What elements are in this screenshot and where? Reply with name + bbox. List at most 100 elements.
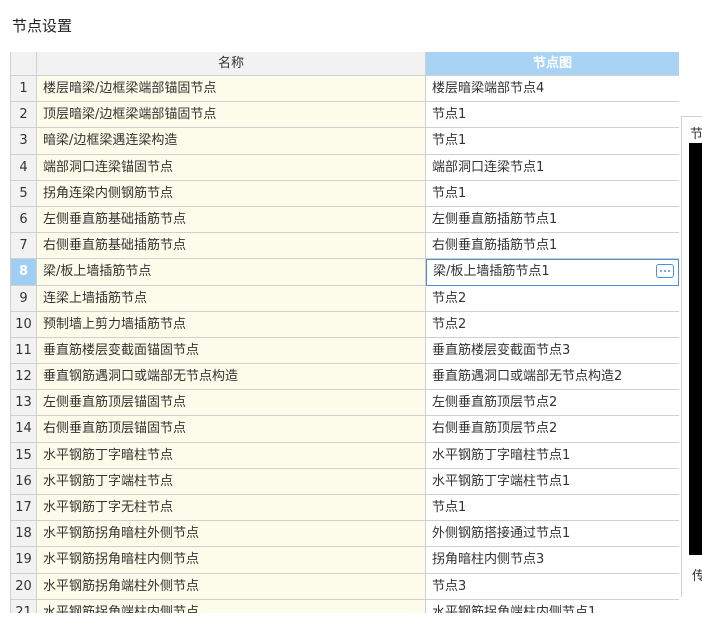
node-diagram-cell[interactable]: 节点1: [426, 128, 679, 155]
node-diagram-value: 右侧垂直筋顶层节点2: [432, 421, 558, 437]
row-number[interactable]: 16: [11, 468, 37, 495]
table-header: 名称 节点图: [11, 52, 679, 76]
node-diagram-value: 节点2: [432, 290, 467, 306]
table-row[interactable]: 8 梁/板上墙插筋节点 梁/板上墙插筋节点1: [11, 259, 679, 286]
table-row[interactable]: 13 左侧垂直筋顶层锚固节点 左侧垂直筋顶层节点2: [11, 390, 679, 417]
node-diagram-cell[interactable]: 垂直筋遇洞口或端部无节点构造2: [426, 364, 679, 391]
row-number[interactable]: 21: [11, 599, 37, 613]
table-row[interactable]: 11 垂直筋楼层变截面锚固节点 垂直筋楼层变截面节点3: [11, 337, 679, 365]
ellipsis-icon[interactable]: [656, 264, 674, 279]
node-diagram-cell[interactable]: 左侧垂直筋顶层节点2: [426, 390, 679, 417]
preview-panel-label: 节: [690, 127, 702, 142]
table-row[interactable]: 1 楼层暗梁/边框梁端部锚固节点 楼层暗梁端部节点4: [11, 76, 679, 103]
table-row[interactable]: 18 水平钢筋拐角暗柱外侧节点 外侧钢筋搭接通过节点1: [11, 521, 679, 548]
row-number[interactable]: 19: [11, 547, 37, 574]
node-diagram-cell[interactable]: 节点1: [426, 180, 679, 207]
row-number[interactable]: 13: [11, 390, 37, 417]
node-name-cell[interactable]: 水平钢筋拐角端柱外侧节点: [37, 573, 426, 600]
row-number[interactable]: 7: [11, 233, 37, 260]
node-diagram-value: 垂直筋楼层变截面节点3: [432, 342, 571, 358]
row-number[interactable]: 10: [11, 311, 37, 338]
node-name-cell[interactable]: 垂直钢筋遇洞口或端部无节点构造: [37, 364, 426, 391]
node-name-cell[interactable]: 水平钢筋拐角端柱内侧节点: [37, 599, 426, 613]
node-diagram-cell[interactable]: 水平钢筋拐角端柱内侧节点1: [426, 599, 679, 613]
table-row[interactable]: 14 右侧垂直筋顶层锚固节点 右侧垂直筋顶层节点2: [11, 416, 679, 443]
table-row[interactable]: 5 拐角连梁内侧钢筋节点 节点1: [11, 180, 679, 207]
node-diagram-cell[interactable]: 右侧垂直筋顶层节点2: [426, 416, 679, 443]
node-diagram-cell[interactable]: 节点2: [426, 285, 679, 312]
node-name-cell[interactable]: 暗梁/边框梁遇连梁构造: [37, 128, 426, 155]
node-diagram-cell[interactable]: 垂直筋楼层变截面节点3: [426, 337, 679, 365]
node-name-cell[interactable]: 水平钢筋丁字无柱节点: [37, 495, 426, 522]
row-number[interactable]: 6: [11, 206, 37, 234]
node-diagram-cell[interactable]: 节点1: [426, 102, 679, 129]
table-row[interactable]: 20 水平钢筋拐角端柱外侧节点 节点3: [11, 573, 679, 600]
node-name-cell[interactable]: 水平钢筋丁字端柱节点: [37, 468, 426, 495]
row-number[interactable]: 15: [11, 442, 37, 469]
node-diagram-value: 外侧钢筋搭接通过节点1: [432, 526, 571, 542]
node-name-cell[interactable]: 右侧垂直筋顶层锚固节点: [37, 416, 426, 443]
table-row[interactable]: 10 预制墙上剪力墙插筋节点 节点2: [11, 311, 679, 338]
node-diagram-cell[interactable]: 外侧钢筋搭接通过节点1: [426, 521, 679, 548]
table-row[interactable]: 3 暗梁/边框梁遇连梁构造 节点1: [11, 128, 679, 155]
node-name-cell[interactable]: 端部洞口连梁锚固节点: [37, 154, 426, 181]
node-name-cell[interactable]: 梁/板上墙插筋节点: [37, 259, 426, 286]
node-diagram-cell[interactable]: 楼层暗梁端部节点4: [426, 76, 679, 103]
row-number[interactable]: 3: [11, 128, 37, 155]
column-header-name[interactable]: 名称: [37, 52, 426, 76]
table-row[interactable]: 4 端部洞口连梁锚固节点 端部洞口连梁节点1: [11, 154, 679, 181]
node-name-cell[interactable]: 水平钢筋拐角暗柱内侧节点: [37, 547, 426, 574]
node-diagram-cell[interactable]: 梁/板上墙插筋节点1: [426, 259, 679, 286]
node-diagram-cell[interactable]: 端部洞口连梁节点1: [426, 154, 679, 181]
node-name-cell[interactable]: 水平钢筋拐角暗柱外侧节点: [37, 521, 426, 548]
row-number[interactable]: 5: [11, 180, 37, 207]
row-number[interactable]: 9: [11, 285, 37, 312]
node-name-cell[interactable]: 连梁上墙插筋节点: [37, 285, 426, 312]
node-name-cell[interactable]: 右侧垂直筋基础插筋节点: [37, 233, 426, 260]
preview-panel: 节 传: [681, 116, 702, 597]
row-number[interactable]: 18: [11, 521, 37, 548]
node-diagram-cell[interactable]: 水平钢筋丁字暗柱节点1: [426, 442, 679, 469]
table-row[interactable]: 21 水平钢筋拐角端柱内侧节点 水平钢筋拐角端柱内侧节点1: [11, 599, 679, 613]
row-number[interactable]: 14: [11, 416, 37, 443]
table-row[interactable]: 6 左侧垂直筋基础插筋节点 左侧垂直筋插筋节点1: [11, 206, 679, 234]
table-row[interactable]: 12 垂直钢筋遇洞口或端部无节点构造 垂直筋遇洞口或端部无节点构造2: [11, 364, 679, 391]
table-row[interactable]: 16 水平钢筋丁字端柱节点 水平钢筋丁字端柱节点1: [11, 468, 679, 495]
row-number[interactable]: 11: [11, 337, 37, 365]
table-row[interactable]: 9 连梁上墙插筋节点 节点2: [11, 285, 679, 312]
node-diagram-value: 左侧垂直筋顶层节点2: [432, 395, 558, 411]
node-diagram-cell[interactable]: 左侧垂直筋插筋节点1: [426, 206, 679, 234]
column-header-node-diagram[interactable]: 节点图: [426, 52, 679, 76]
node-name-cell[interactable]: 顶层暗梁/边框梁端部锚固节点: [37, 102, 426, 129]
table-row[interactable]: 7 右侧垂直筋基础插筋节点 右侧垂直筋插筋节点1: [11, 233, 679, 260]
node-diagram-value: 梁/板上墙插筋节点1: [433, 264, 550, 280]
node-name-cell[interactable]: 左侧垂直筋基础插筋节点: [37, 206, 426, 234]
row-number[interactable]: 8: [11, 259, 37, 286]
node-diagram-cell[interactable]: 右侧垂直筋插筋节点1: [426, 233, 679, 260]
table-row[interactable]: 2 顶层暗梁/边框梁端部锚固节点 节点1: [11, 102, 679, 129]
table-row[interactable]: 15 水平钢筋丁字暗柱节点 水平钢筋丁字暗柱节点1: [11, 442, 679, 469]
node-name-cell[interactable]: 预制墙上剪力墙插筋节点: [37, 311, 426, 338]
table-row[interactable]: 17 水平钢筋丁字无柱节点 节点1: [11, 495, 679, 522]
node-name-cell[interactable]: 拐角连梁内侧钢筋节点: [37, 180, 426, 207]
row-number[interactable]: 12: [11, 364, 37, 391]
node-diagram-cell[interactable]: 拐角暗柱内侧节点3: [426, 547, 679, 574]
node-diagram-value: 水平钢筋丁字端柱节点1: [432, 473, 571, 489]
table-row[interactable]: 19 水平钢筋拐角暗柱内侧节点 拐角暗柱内侧节点3: [11, 547, 679, 574]
node-name-cell[interactable]: 楼层暗梁/边框梁端部锚固节点: [37, 76, 426, 103]
node-name-cell[interactable]: 垂直筋楼层变截面锚固节点: [37, 337, 426, 365]
node-diagram-cell[interactable]: 水平钢筋丁字端柱节点1: [426, 468, 679, 495]
node-diagram-value: 端部洞口连梁节点1: [432, 159, 545, 175]
node-diagram-cell[interactable]: 节点1: [426, 495, 679, 522]
row-number[interactable]: 4: [11, 154, 37, 181]
node-diagram-value: 节点2: [432, 316, 467, 332]
row-number[interactable]: 2: [11, 102, 37, 129]
node-name-cell[interactable]: 左侧垂直筋顶层锚固节点: [37, 390, 426, 417]
row-number[interactable]: 1: [11, 76, 37, 103]
row-number[interactable]: 17: [11, 495, 37, 522]
preview-panel-bottom-label: 传: [692, 569, 702, 584]
row-number[interactable]: 20: [11, 573, 37, 600]
node-name-cell[interactable]: 水平钢筋丁字暗柱节点: [37, 442, 426, 469]
node-diagram-cell[interactable]: 节点3: [426, 573, 679, 600]
node-diagram-cell[interactable]: 节点2: [426, 311, 679, 338]
